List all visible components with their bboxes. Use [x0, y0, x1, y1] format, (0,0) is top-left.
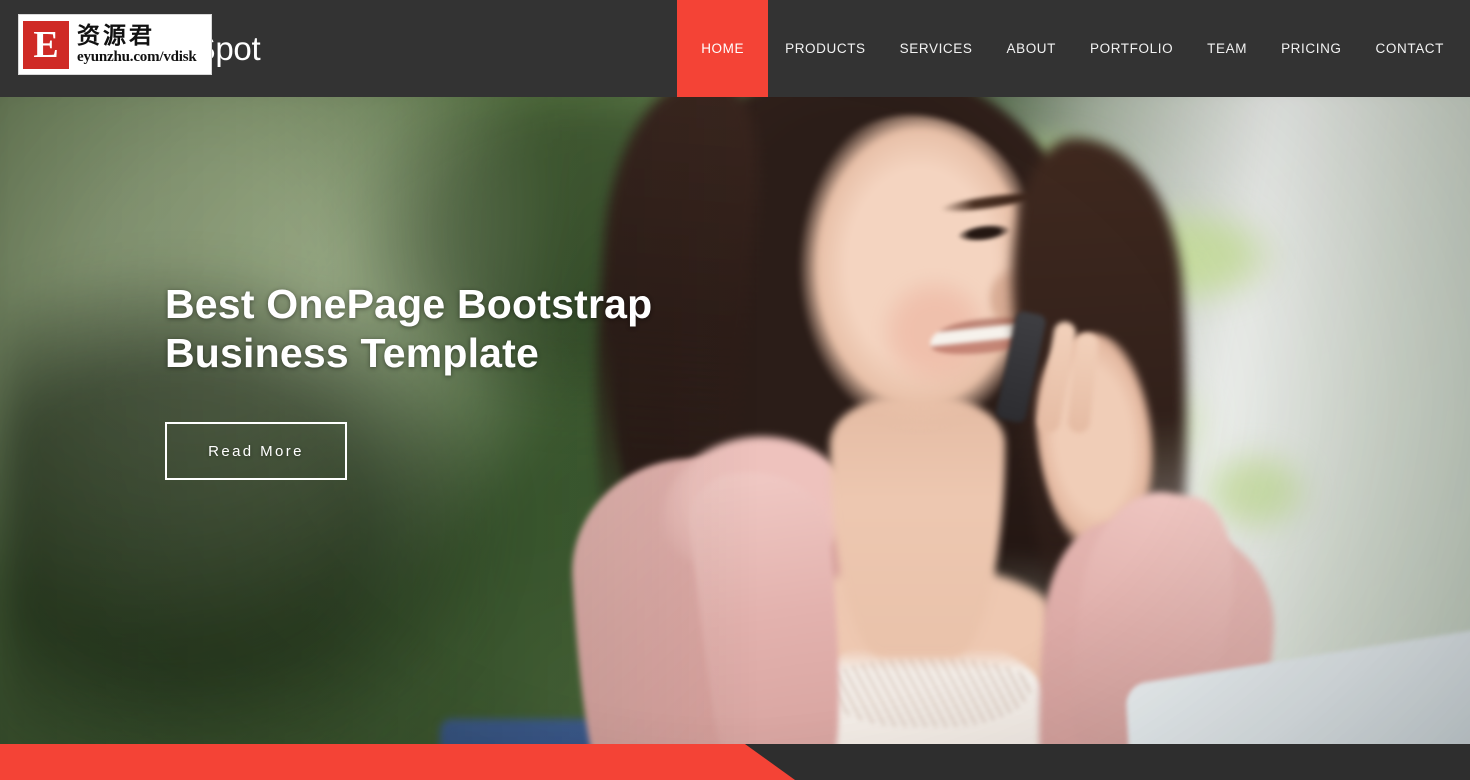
nav-item-pricing[interactable]: PRICING — [1264, 0, 1358, 97]
site-header: RedSpot E 资源君 eyunzhu.com/vdisk HOME PRO… — [0, 0, 1470, 97]
camisole-lace-detail — [822, 657, 1032, 727]
page-root: RedSpot E 资源君 eyunzhu.com/vdisk HOME PRO… — [0, 0, 1470, 780]
hero-headline: Best OnePage Bootstrap Business Template — [165, 280, 785, 378]
nav-item-services[interactable]: SERVICES — [883, 0, 990, 97]
watermark-badge-letter: E — [26, 23, 66, 66]
band-red — [0, 744, 795, 780]
hero-headline-line-1: Best OnePage Bootstrap — [165, 281, 653, 327]
read-more-button[interactable]: Read More — [165, 422, 347, 481]
watermark-text-block: 资源君 eyunzhu.com/vdisk — [77, 24, 197, 65]
nav-item-contact[interactable]: CONTACT — [1359, 0, 1470, 97]
bottom-diagonal-bands — [0, 744, 1470, 780]
nav-item-about[interactable]: ABOUT — [989, 0, 1073, 97]
hero-content: Best OnePage Bootstrap Business Template… — [165, 280, 785, 481]
nav-item-products[interactable]: PRODUCTS — [768, 0, 883, 97]
main-navigation: HOME PRODUCTS SERVICES ABOUT PORTFOLIO T… — [677, 0, 1470, 97]
hero-headline-line-2: Business Template — [165, 330, 540, 377]
watermark-overlay: E 资源君 eyunzhu.com/vdisk — [18, 14, 212, 75]
hero-section: Best OnePage Bootstrap Business Template… — [0, 97, 1470, 780]
nav-item-portfolio[interactable]: PORTFOLIO — [1073, 0, 1190, 97]
watermark-url-text: eyunzhu.com/vdisk — [77, 49, 197, 66]
watermark-cn-text: 资源君 — [77, 22, 155, 49]
nav-item-home[interactable]: HOME — [677, 0, 769, 97]
nav-item-team[interactable]: TEAM — [1190, 0, 1264, 97]
watermark-badge-icon: E — [23, 20, 69, 69]
